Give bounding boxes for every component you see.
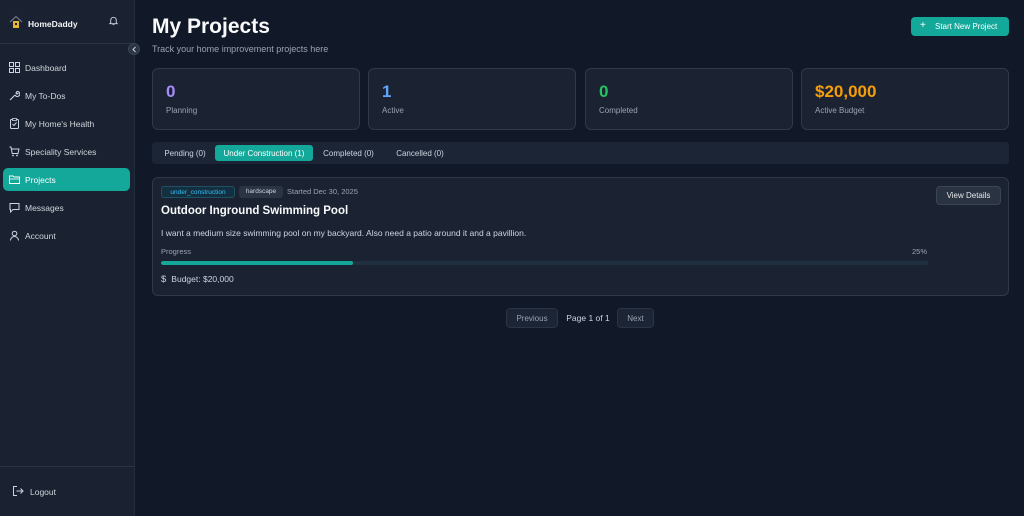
progress-percent: 25% <box>911 247 927 256</box>
previous-label: Previous <box>516 314 548 323</box>
sidebar-item-account[interactable]: Account <box>3 224 130 247</box>
status-badge-label: under_construction <box>170 189 226 196</box>
tab-label: Completed (0) <box>323 149 374 158</box>
start-new-project-button[interactable]: + Start New Project <box>911 17 1009 36</box>
view-details-button[interactable]: View Details <box>936 186 1001 205</box>
tab-pending[interactable]: Pending (0) <box>155 145 215 161</box>
progress-track <box>161 261 928 265</box>
tab-label: Cancelled (0) <box>396 149 444 158</box>
project-description: I want a medium size swimming pool on my… <box>161 228 527 238</box>
stat-value: 0 <box>166 82 176 101</box>
sidebar-item-dashboard[interactable]: Dashboard <box>3 56 130 79</box>
stat-card-planning: 0 Planning <box>152 68 360 130</box>
sidebar-item-messages[interactable]: Messages <box>3 196 130 219</box>
project-budget: $ Budget: $20,000 <box>161 274 234 285</box>
stat-card-completed: 0 Completed <box>585 68 793 130</box>
stat-value: $20,000 <box>815 82 877 101</box>
tab-completed[interactable]: Completed (0) <box>317 145 380 161</box>
sidebar-item-label: Account <box>25 231 56 241</box>
view-details-label: View Details <box>946 191 991 200</box>
stat-card-active-budget: $20,000 Active Budget <box>801 68 1009 130</box>
tab-under-construction[interactable]: Under Construction (1) <box>215 145 313 161</box>
sidebar-item-label: Projects <box>25 175 56 185</box>
progress-fill <box>161 261 353 265</box>
stat-value: 0 <box>599 82 609 101</box>
plus-icon: + <box>920 20 926 31</box>
message-icon <box>9 203 20 213</box>
bell-icon[interactable] <box>108 15 119 26</box>
sidebar-item-projects[interactable]: Projects <box>3 168 130 191</box>
project-title: Outdoor Inground Swimming Pool <box>161 205 349 217</box>
next-page-button[interactable]: Next <box>617 308 654 328</box>
status-badge: under_construction <box>161 186 235 198</box>
wrench-icon <box>9 90 20 101</box>
dashboard-icon <box>9 62 20 73</box>
category-badge-label: hardscape <box>245 188 277 195</box>
page-title: My Projects <box>152 15 270 38</box>
folder-icon <box>9 175 20 184</box>
sidebar-item-home-health[interactable]: My Home's Health <box>3 112 130 135</box>
logout-icon <box>13 486 24 496</box>
project-start-date: Started Dec 30, 2025 <box>287 187 358 196</box>
previous-page-button[interactable]: Previous <box>506 308 558 328</box>
tab-label: Pending (0) <box>164 149 206 158</box>
dollar-icon: $ <box>161 274 167 285</box>
sidebar-item-todos[interactable]: My To-Dos <box>3 84 130 107</box>
logout-label: Logout <box>30 487 56 497</box>
clipboard-icon <box>10 118 19 129</box>
sidebar: HomeDaddy Dashboard My To-Dos My Home's … <box>0 0 135 516</box>
tab-cancelled[interactable]: Cancelled (0) <box>390 145 450 161</box>
start-new-project-label: Start New Project <box>935 22 998 31</box>
status-tabs: Pending (0) Under Construction (1) Compl… <box>152 142 1009 164</box>
sidebar-item-label: Messages <box>25 203 64 213</box>
chevron-left-icon <box>132 46 136 53</box>
house-logo-icon <box>9 15 23 28</box>
sidebar-item-speciality-services[interactable]: Speciality Services <box>3 140 130 163</box>
budget-text: Budget: $20,000 <box>171 274 234 284</box>
user-icon <box>10 230 19 241</box>
stat-label: Planning <box>166 106 198 115</box>
sidebar-item-label: My Home's Health <box>25 119 95 129</box>
next-label: Next <box>627 314 644 323</box>
project-card: under_construction hardscape Started Dec… <box>152 177 1009 296</box>
sidebar-item-label: Dashboard <box>25 63 67 73</box>
cart-icon <box>9 146 20 157</box>
sidebar-item-label: Speciality Services <box>25 147 97 157</box>
sidebar-divider <box>0 466 135 467</box>
page-info: Page 1 of 1 <box>566 313 610 323</box>
stat-label: Active <box>382 106 404 115</box>
stat-label: Completed <box>599 106 638 115</box>
stat-value: 1 <box>382 82 392 101</box>
category-badge: hardscape <box>239 186 283 198</box>
brand-name[interactable]: HomeDaddy <box>28 19 78 29</box>
progress-label: Progress <box>161 247 192 256</box>
page-subtitle: Track your home improvement projects her… <box>152 44 329 54</box>
sidebar-item-label: My To-Dos <box>25 91 66 101</box>
stat-label: Active Budget <box>815 106 865 115</box>
logout-button[interactable]: Logout <box>10 485 120 499</box>
brand-header: HomeDaddy <box>0 0 135 44</box>
stat-card-active: 1 Active <box>368 68 576 130</box>
collapse-sidebar-button[interactable] <box>128 43 140 55</box>
tab-label: Under Construction (1) <box>223 149 305 158</box>
